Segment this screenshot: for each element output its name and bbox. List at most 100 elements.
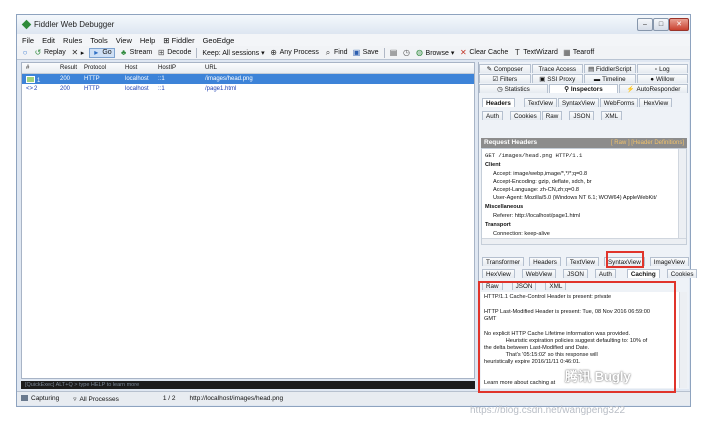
tab-response-caching[interactable]: Caching xyxy=(626,269,660,278)
response-tab-row-2: HexView WebView JSON Auth Caching Cookie… xyxy=(482,269,698,278)
request-vertical-scrollbar[interactable] xyxy=(678,149,686,238)
header-group-miscellaneous: Miscellaneous xyxy=(485,204,524,210)
tab-request-raw[interactable]: Raw xyxy=(541,111,563,120)
tab-response-transformer[interactable]: Transformer xyxy=(482,257,525,266)
caching-vertical-scrollbar[interactable] xyxy=(679,292,687,388)
go-label: Go xyxy=(102,49,112,56)
tab-timeline[interactable]: ▬ Timeline xyxy=(584,74,636,83)
session-row[interactable]: <>2 200 HTTP localhost ::1 /page1.html xyxy=(22,84,474,94)
window-title: Fiddler Web Debugger xyxy=(34,20,115,29)
session-host: localhost xyxy=(125,86,149,92)
crosshair-icon: ⊕ xyxy=(270,47,277,57)
screenshot-button[interactable]: ▤ xyxy=(390,48,398,57)
clear-cache-button[interactable]: ✕ Clear Cache xyxy=(459,47,508,57)
session-list[interactable]: # Result Protocol Host HostIP URL 1 200 … xyxy=(21,62,475,379)
log-icon: ▫ xyxy=(654,65,658,73)
go-button[interactable]: ▸ Go xyxy=(89,47,115,58)
tab-autoresponder[interactable]: ⚡ AutoResponder xyxy=(619,84,688,93)
textwizard-button[interactable]: T TextWizard xyxy=(513,48,558,57)
column-header-number[interactable]: # xyxy=(26,65,29,71)
column-header-result[interactable]: Result xyxy=(60,65,77,71)
tab-request-hexview[interactable]: HexView xyxy=(639,98,673,107)
status-bar: Capturing ▿ All Processes 1 / 2 http://lo… xyxy=(17,391,690,405)
menu-file[interactable]: File xyxy=(22,36,34,45)
header-line: Accept-Encoding: gzip, deflate, sdch, br xyxy=(493,179,592,185)
menu-edit[interactable]: Edit xyxy=(42,36,55,45)
column-header-hostip[interactable]: HostIP xyxy=(158,65,176,71)
minimize-icon[interactable]: – xyxy=(637,18,653,31)
menu-geoedge[interactable]: GeoEdge xyxy=(203,36,235,45)
comment-button[interactable]: ○ xyxy=(21,48,29,57)
any-process-button[interactable]: ⊕ Any Process xyxy=(270,47,319,57)
request-horizontal-scrollbar[interactable] xyxy=(482,238,686,244)
menu-fiddler[interactable]: ⊞ Fiddler xyxy=(163,36,194,45)
request-headers-body[interactable]: GET /images/head.png HTTP/1.1 Client Acc… xyxy=(481,148,687,245)
browse-button[interactable]: ◍ Browse ▾ xyxy=(416,48,455,57)
quickexec-input[interactable]: [QuickExec] ALT+Q > type HELP to learn m… xyxy=(21,381,475,389)
header-definitions-link[interactable]: [ Raw ] [Header Definitions] xyxy=(611,138,684,148)
process-filter[interactable]: ▿ All Processes xyxy=(73,395,119,403)
session-row[interactable]: 1 200 HTTP localhost ::1 /images/head.pn… xyxy=(22,74,474,84)
tab-request-syntaxview[interactable]: SyntaxView xyxy=(557,98,599,107)
column-header-protocol[interactable]: Protocol xyxy=(84,65,106,71)
tab-ssi-proxy[interactable]: ▣ SSI Proxy xyxy=(531,74,583,83)
tearoff-button[interactable]: ▦ Tearoff xyxy=(563,48,594,57)
tab-log[interactable]: ▫ Log xyxy=(636,64,688,73)
tab-willow[interactable]: ● Willow xyxy=(636,74,688,83)
tab-response-webview[interactable]: WebView xyxy=(521,269,557,278)
decode-button[interactable]: ⊞ Decode xyxy=(157,48,192,57)
save-button[interactable]: ▣ Save xyxy=(352,47,379,57)
proxy-icon: ▣ xyxy=(539,75,546,83)
save-icon: ▣ xyxy=(352,47,361,57)
tab-request-textview[interactable]: TextView xyxy=(523,98,557,107)
capturing-indicator[interactable]: Capturing xyxy=(21,395,59,402)
browse-label: Browse ▾ xyxy=(425,49,455,57)
tab-fiddlerscript[interactable]: ▤ FiddlerScript xyxy=(584,64,636,73)
menu-rules[interactable]: Rules xyxy=(63,36,82,45)
header-line: Accept: image/webp,image/*,*/*;q=0.8 xyxy=(493,171,588,177)
remove-button[interactable]: ✕ ▸ xyxy=(71,48,84,57)
menu-help[interactable]: Help xyxy=(140,36,155,45)
tab-inspectors[interactable]: ⚲ Inspectors xyxy=(549,84,618,93)
stream-button[interactable]: ♣ Stream xyxy=(120,48,152,57)
find-button[interactable]: ⌕ Find xyxy=(324,47,348,57)
tab-request-cookies[interactable]: Cookies xyxy=(509,111,541,120)
textwizard-label: TextWizard xyxy=(523,49,558,56)
title-bar: Fiddler Web Debugger – □ ✕ xyxy=(17,15,690,34)
timer-button[interactable]: ◷ xyxy=(403,48,411,57)
caching-tab-highlight xyxy=(606,251,644,268)
clear-cache-icon: ✕ xyxy=(459,47,467,57)
tab-request-headers[interactable]: Headers xyxy=(482,98,515,107)
tab-request-xml[interactable]: XML xyxy=(601,111,623,120)
tab-request-json[interactable]: JSON xyxy=(569,111,595,120)
header-line: Accept-Language: zh-CN,zh;q=0.8 xyxy=(493,187,579,193)
tab-response-auth[interactable]: Auth xyxy=(594,269,616,278)
session-number: 1 xyxy=(26,76,40,84)
tab-request-webforms[interactable]: WebForms xyxy=(599,98,639,107)
tab-response-textview[interactable]: TextView xyxy=(565,257,599,266)
tab-response-headers[interactable]: Headers xyxy=(529,257,561,266)
tab-request-auth[interactable]: Auth xyxy=(482,111,503,120)
tab-statistics[interactable]: ◷ Statistics xyxy=(479,84,548,93)
menu-tools[interactable]: Tools xyxy=(90,36,108,45)
keep-sessions-dropdown[interactable]: Keep: All sessions ▾ xyxy=(202,49,264,57)
column-header-host[interactable]: Host xyxy=(125,65,137,71)
close-icon[interactable]: ✕ xyxy=(669,18,689,31)
tab-response-json[interactable]: JSON xyxy=(563,269,588,278)
find-icon: ⌕ xyxy=(325,47,331,57)
column-header-url[interactable]: URL xyxy=(205,65,217,71)
tab-response-cookies[interactable]: Cookies xyxy=(666,269,698,278)
script-icon: ▤ xyxy=(588,65,595,73)
tab-response-hexview[interactable]: HexView xyxy=(482,269,515,278)
menu-view[interactable]: View xyxy=(116,36,132,45)
tab-trace-access[interactable]: Trace Access xyxy=(531,64,583,73)
replay-button[interactable]: ↺ Replay xyxy=(34,48,66,57)
tab-composer[interactable]: ✎ Composer xyxy=(479,64,531,73)
tab-filters[interactable]: ☑ Filters xyxy=(479,74,531,83)
tab-label: Willow xyxy=(656,75,675,83)
maximize-icon[interactable]: □ xyxy=(653,18,669,31)
toolbar: ○ ↺ Replay ✕ ▸ ▸ Go ♣ Stream ⊞ Decode Keep: A… xyxy=(17,46,690,60)
tab-label: Inspectors xyxy=(570,85,603,93)
blog-url-watermark: https://blog.csdn.net/wangpeng322 xyxy=(470,405,626,416)
tab-response-imageview[interactable]: ImageView xyxy=(649,257,689,266)
